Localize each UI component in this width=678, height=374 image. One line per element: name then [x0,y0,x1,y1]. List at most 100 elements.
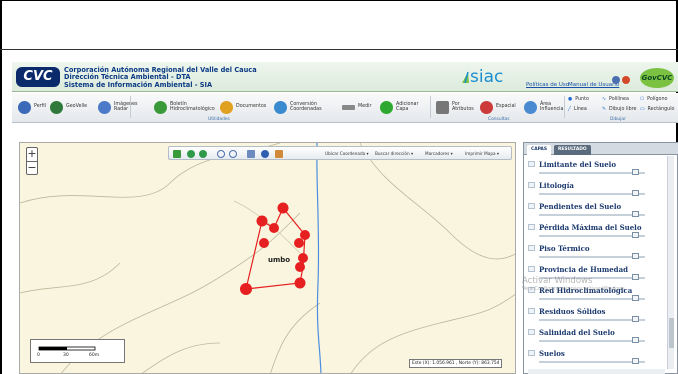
line-icon: ╱ [568,107,571,113]
slider-handle[interactable] [632,232,639,238]
layer-item[interactable]: Pérdida Máxima del Suelo [528,222,665,242]
layer-toggle[interactable] [528,350,535,356]
help-icon[interactable] [612,76,620,84]
draw-rectangle-button[interactable]: ▭ Rectángulo [640,106,674,114]
opacity-slider[interactable] [539,319,645,321]
siac-logo-icon [462,71,469,84]
draw-point-button[interactable]: ● Punto [568,96,589,104]
documents-button[interactable]: Documentos [220,97,266,117]
next-extent-icon[interactable] [199,150,207,158]
opacity-slider[interactable] [539,193,645,195]
clear-icon[interactable] [275,150,283,158]
geovalle-button[interactable]: GeoVelle [50,97,87,117]
opacity-slider[interactable] [539,235,645,237]
zoom-in-icon[interactable] [217,150,225,158]
slider-handle[interactable] [632,358,639,364]
zoom-in-button[interactable]: + [27,148,37,161]
polyline-icon: ∿ [602,97,607,103]
layer-toggle[interactable] [528,224,535,230]
slider-handle[interactable] [632,211,639,217]
ruler-icon [342,104,355,110]
group-label-draw: Dibujar [610,117,626,122]
print-map-dropdown[interactable]: Imprimir Mapa ▾ [465,151,499,156]
profile-icon [18,100,31,114]
freehand-icon: ✎ [602,107,607,113]
influence-area-button[interactable]: Área Influencia [524,97,563,117]
add-layer-button[interactable]: Adicionar Capa [380,97,426,117]
attribute-icon [436,100,449,114]
full-extent-icon[interactable] [173,150,181,158]
layer-item[interactable]: Suelos [528,348,665,368]
search-address-dropdown[interactable]: Buscar dirección ▾ [375,151,413,156]
slider-handle[interactable] [632,295,639,301]
draw-line-button[interactable]: ╱ Línea [568,106,587,114]
globe-icon [50,100,63,114]
layer-item[interactable]: Limitante del Suelo [528,159,665,179]
point-icon: ● [568,97,573,103]
opacity-slider[interactable] [539,340,645,342]
draw-polygon-button[interactable]: ⬠ Polígono [640,96,667,104]
locate-coordinate-dropdown[interactable]: Ubicar Coordenada ▾ [325,151,369,156]
layer-toggle[interactable] [528,182,535,188]
layer-item[interactable]: Piso Térmico [528,243,665,263]
zoom-out-button[interactable]: − [27,161,37,174]
spatial-query-button[interactable]: Espacial [480,97,516,117]
layer-scrollbar[interactable] [667,156,674,369]
horizontal-scrollbar[interactable] [528,369,665,374]
map-view[interactable]: umbo + − Ubicar Coordenada ▾ Buscar dire… [19,142,516,374]
scale-label: 0 [37,353,40,358]
slider-handle[interactable] [632,169,639,175]
layer-toggle[interactable] [528,266,535,272]
slider-handle[interactable] [632,337,639,343]
radar-images-button[interactable]: Imágenes Radar [98,97,150,117]
scale-label: 30 [63,353,69,358]
zoom-out-icon[interactable] [229,150,237,158]
bulletin-button[interactable]: Boletín Hidroclimatológico [154,97,218,117]
rectangle-icon: ▭ [640,107,645,113]
coordinate-readout: Este (X): 1.056.961 , Norte (Y): 863.754 [409,359,503,368]
info-icon[interactable] [622,76,630,84]
layer-toggle[interactable] [528,161,535,167]
layer-list: Limitante del Suelo Litología Pendientes… [528,159,665,369]
coordinate-conversion-button[interactable]: Conversión Coordenadas [274,97,338,117]
tab-results[interactable]: RESULTADO [554,145,591,155]
slider-handle[interactable] [632,253,639,259]
header-title: Corporación Autónoma Regional del Valle … [64,66,257,89]
slider-handle[interactable] [632,316,639,322]
opacity-slider[interactable] [539,298,645,300]
app-window: CVC Corporación Autónoma Regional del Va… [12,62,678,374]
scrollbar-thumb[interactable] [669,318,674,348]
pan-icon[interactable] [247,150,255,158]
user-manual-link[interactable]: Manual de Usuario [568,82,619,88]
layer-toggle[interactable] [528,203,535,209]
previous-extent-icon[interactable] [187,150,195,158]
layer-item[interactable]: Pendientes del Suelo [528,201,665,221]
layer-item[interactable]: Residuos Sólidos [528,306,665,326]
draw-freehand-button[interactable]: ✎ Dibujo libre [602,106,636,114]
tab-layers[interactable]: CAPAS [527,145,551,155]
bookmarks-dropdown[interactable]: Marcadores ▾ [425,151,453,156]
slider-handle[interactable] [632,190,639,196]
group-label-utilities: Utilidades [208,117,230,122]
zoom-control: + − [26,147,38,175]
layer-item[interactable]: Litología [528,180,665,200]
layer-item[interactable]: Salinidad del Suelo [528,327,665,347]
opacity-slider[interactable] [539,256,645,258]
identify-icon[interactable] [261,150,269,158]
opacity-slider[interactable] [539,361,645,363]
layer-toggle[interactable] [528,308,535,314]
measure-button[interactable]: Medir [342,97,371,117]
opacity-slider[interactable] [539,214,645,216]
attribute-query-button[interactable]: Por Atributos [436,97,476,117]
polygon-icon: ⬠ [640,97,645,103]
draw-polyline-button[interactable]: ∿ Polilínea [602,96,629,104]
usage-policies-link[interactable]: Políticas de Uso [526,82,569,88]
opacity-slider[interactable] [539,172,645,174]
profile-button[interactable]: Perfil [18,97,46,117]
layer-toggle[interactable] [528,329,535,335]
spatial-icon [480,100,493,114]
divider-line [0,49,678,50]
layer-toggle[interactable] [528,245,535,251]
layers-panel: CAPAS RESULTADO Limitante del Suelo Lito… [523,142,678,374]
slider-handle[interactable] [632,274,639,280]
